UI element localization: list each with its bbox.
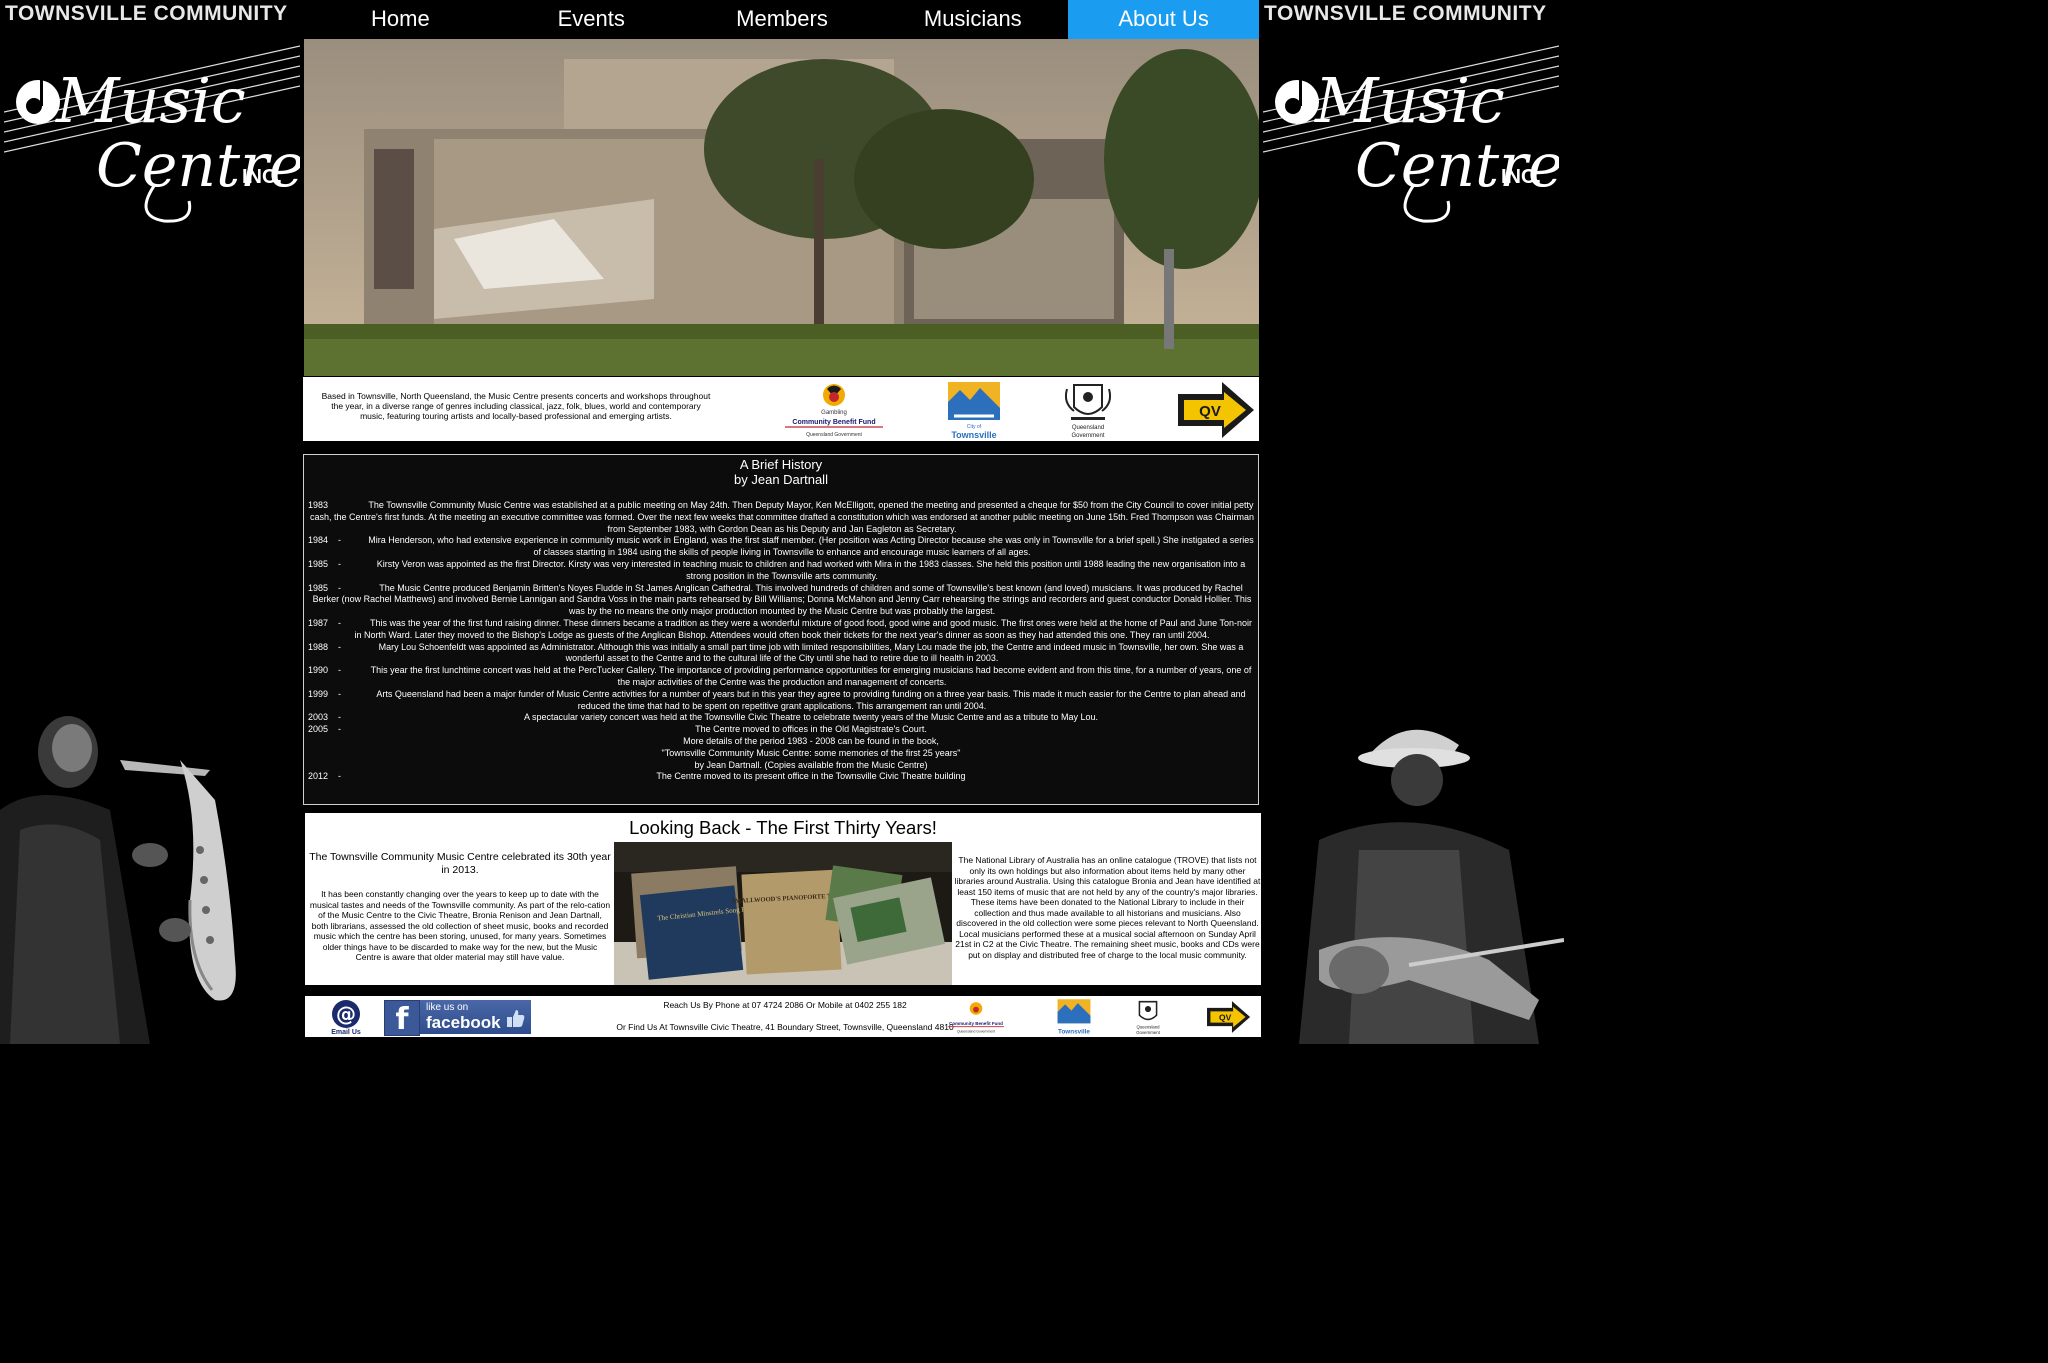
brand-title-right: TOWNSVILLE COMMUNITY [1264,2,1547,25]
history-entry: 1990- This year the first lunchtime conc… [308,665,1252,687]
history-year: 2005 [308,724,329,735]
svg-text:Music: Music [55,64,246,137]
left-side-banner: TOWNSVILLE COMMUNITY Music Centre INC. [0,0,305,1044]
svg-text:Gambling: Gambling [821,410,847,416]
anniversary-lead: The Townsville Community Music Centre ce… [309,851,611,876]
footer-townsville-logo[interactable]: Townsville [1055,998,1093,1036]
saxophone-player-image [0,700,305,1044]
history-year: 1983 [308,500,329,510]
old-sheet-music-photo: The Christian Minstrels Song Book SMALLW… [614,842,952,985]
svg-text:@: @ [336,1002,356,1026]
footer-arts-queensland-logo[interactable]: QV [1203,1000,1253,1034]
svg-text:QV: QV [1199,403,1221,420]
history-year: 1985 [308,582,329,593]
history-entry: "Townsville Community Music Centre: some… [308,748,1256,760]
svg-text:Music: Music [1314,64,1505,137]
history-entry: 1999- Arts Queensland had been a major f… [308,688,1246,711]
svg-text:QV: QV [1219,1012,1232,1022]
history-entry: 1987- This was the year of the first fun… [308,617,1252,640]
arts-queensland-arrow-logo[interactable]: QV [1174,380,1256,440]
history-text: The Music Centre produced Benjamin Britt… [312,582,1252,617]
footer: @ Email Us f like us on facebook Reach U… [305,996,1261,1037]
history-text: This was the year of the first fund rais… [354,617,1252,640]
history-year: 1985 [308,558,329,569]
history-year: 1988 [308,641,329,652]
brand-title: TOWNSVILLE COMMUNITY [5,2,288,25]
svg-text:Townsville: Townsville [951,430,996,440]
intro-text: Based in Townsville, North Queensland, t… [321,391,711,421]
svg-text:Queensland: Queensland [1136,1025,1160,1030]
nav-members[interactable]: Members [687,0,878,39]
history-text: Mary Lou Schoenfeldt was appointed as Ad… [378,641,1244,664]
looking-back-title: Looking Back - The First Thirty Years! [629,817,937,838]
history-text: "Townsville Community Music Centre: some… [661,747,961,758]
city-of-townsville-logo[interactable]: City of Townsville [946,380,1002,440]
history-text: A spectacular variety concert was held a… [524,712,1098,723]
civic-theatre-hero-image [304,39,1259,376]
intro-strip: Based in Townsville, North Queensland, t… [303,377,1259,441]
nav-musicians[interactable]: Musicians [877,0,1068,39]
history-text: Mira Henderson, who had extensive experi… [368,535,1254,558]
svg-text:Queensland: Queensland [1072,425,1104,431]
history-text: The Centre moved to offices in the Old M… [695,724,927,735]
gambling-community-benefit-fund-logo[interactable]: Gambling Community Benefit Fund Queensla… [783,381,885,439]
history-text: The Centre moved to its present office i… [656,771,966,782]
relocation-text: It has been constantly changing over the… [309,889,611,962]
history-entry: 1988- Mary Lou Schoenfeldt was appointed… [308,641,1244,664]
right-side-banner: TOWNSVILLE COMMUNITY Music Centre INC. [1259,0,1564,1044]
facebook-icon: f [384,1000,420,1037]
history-title: A Brief History by Jean Dartnall [304,457,1258,487]
main-nav: Home Events Members Musicians About Us [305,0,1259,39]
svg-text:Community Benefit Fund: Community Benefit Fund [949,1021,1003,1026]
history-entry: 1984- Mira Henderson, who had extensive … [308,535,1254,558]
history-entry: More details of the period 1983 - 2008 c… [308,736,1256,748]
svg-text:Queensland Government: Queensland Government [806,432,862,438]
looking-back-left-column: The Townsville Community Music Centre ce… [309,851,611,963]
history-timeline: 1983 The Townsville Community Music Cent… [308,500,1256,783]
nav-about-us[interactable]: About Us [1068,0,1259,39]
history-text: This year the first lunchtime concert wa… [370,665,1252,687]
history-text: More details of the period 1983 - 2008 c… [683,735,939,746]
history-entry: 1983 The Townsville Community Music Cent… [308,500,1256,535]
nav-home[interactable]: Home [305,0,496,39]
music-centre-logo-right: Music Centre INC. [1263,45,1559,223]
history-text: The Townsville Community Music Centre wa… [309,500,1255,534]
history-year: 2012 [308,771,329,782]
history-entry: 1985- The Music Centre produced Benjamin… [308,582,1252,617]
svg-text:Townsville: Townsville [1058,1028,1090,1035]
history-entry: 2005- The Centre moved to offices in the… [308,724,927,735]
footer-queensland-government-logo[interactable]: Queensland Government [1129,998,1167,1036]
thumbs-up-icon [507,1010,525,1027]
svg-text:INC.: INC. [242,166,282,188]
brief-history-section: A Brief History by Jean Dartnall 1983 Th… [303,454,1259,805]
history-year: 1990 [308,665,329,676]
history-year: 1999 [308,688,329,699]
email-at-icon: @ [332,1000,360,1028]
history-author: by Jean Dartnall [734,472,828,487]
queensland-government-logo[interactable]: Queensland Government [1059,379,1117,441]
svg-text:Government: Government [1136,1030,1160,1035]
history-entry: by Jean Dartnall. (Copies available from… [308,760,1256,772]
footer-gambling-fund-logo[interactable]: Community Benefit Fund Queensland Govern… [947,998,1005,1036]
history-entry: 2003- A spectacular variety concert was … [308,712,1098,723]
history-text: Arts Queensland had been a major funder … [376,688,1246,711]
history-year: 1987 [308,617,329,628]
looking-back-section: Looking Back - The First Thirty Years! T… [305,813,1261,985]
history-entry: 2012- The Centre moved to its present of… [308,771,966,782]
email-us-button[interactable]: @ Email Us [325,999,367,1036]
facebook-like-button[interactable]: f like us on facebook [384,1000,531,1037]
svg-text:Community Benefit Fund: Community Benefit Fund [792,419,875,426]
history-text: by Jean Dartnall. (Copies available from… [694,759,928,770]
history-year: 1984 [308,535,329,546]
guitar-player-image [1259,700,1564,1044]
nav-events[interactable]: Events [496,0,687,39]
history-entry: 1985- Kirsty Veron was appointed as the … [308,558,1246,581]
svg-text:Government: Government [1071,433,1104,439]
music-centre-logo: Music Centre INC. [4,45,300,223]
history-text: Kirsty Veron was appointed as the first … [376,558,1246,581]
history-year: 2003 [308,712,329,723]
svg-text:INC.: INC. [1501,166,1541,188]
svg-text:Queensland Government: Queensland Government [957,1029,995,1033]
national-library-text: The National Library of Australia has an… [954,855,1261,960]
